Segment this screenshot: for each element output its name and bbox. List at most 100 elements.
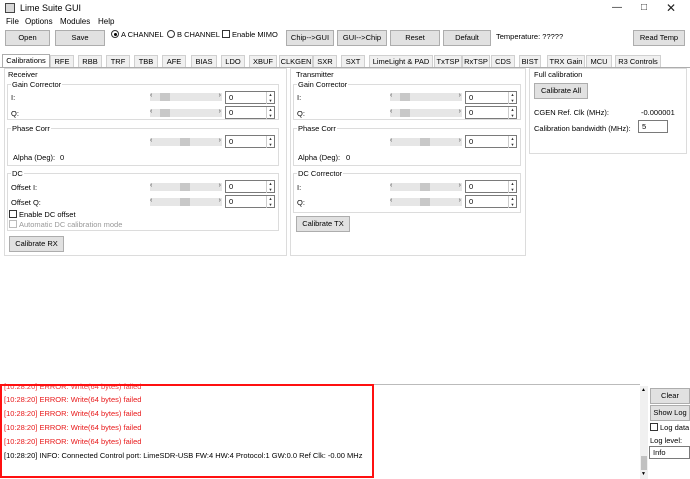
- temperature-label: Temperature: ?????: [496, 32, 564, 41]
- tab-tbb[interactable]: TBB: [134, 55, 158, 67]
- menu-options[interactable]: Options: [25, 17, 53, 26]
- tab-afe[interactable]: AFE: [162, 55, 186, 67]
- scroll-thumb[interactable]: [641, 456, 647, 470]
- calibrate-all-button[interactable]: Calibrate All: [534, 83, 588, 99]
- tab-rfe[interactable]: RFE: [50, 55, 74, 67]
- channel-b-radio[interactable]: [167, 30, 175, 38]
- rx-phase-corr-spin[interactable]: 0 ▲ ▼: [225, 135, 275, 148]
- tx-gain-i-slider[interactable]: ‹ ›: [390, 92, 462, 101]
- rx-gain-q-spin[interactable]: 0 ▲ ▼: [225, 106, 275, 119]
- window-title: Lime Suite GUI: [20, 3, 82, 13]
- calibrate-rx-button[interactable]: Calibrate RX: [9, 236, 64, 252]
- tx-dc-q-slider[interactable]: ‹ ›: [390, 197, 462, 206]
- rx-gain-q-slider[interactable]: ‹ ›: [150, 108, 222, 117]
- tab-sxt[interactable]: SXT: [341, 55, 365, 67]
- tab-bias[interactable]: BIAS: [191, 55, 217, 67]
- tx-gain-corrector-title: Gain Corrector: [297, 80, 349, 89]
- tx-alpha-label: Alpha (Deg):: [298, 153, 341, 162]
- app-icon: [5, 3, 15, 13]
- tab-limelight-pad[interactable]: LimeLight & PAD: [369, 55, 433, 67]
- rx-offset-q-label: Offset Q:: [11, 198, 41, 207]
- rx-gain-i-label: I:: [11, 93, 16, 102]
- tab-bar: Calibrations RFE RBB TRF TBB AFE BIAS LD…: [0, 54, 690, 67]
- auto-dc-checkbox[interactable]: [9, 220, 17, 228]
- tab-trf[interactable]: TRF: [106, 55, 130, 67]
- scroll-down-icon[interactable]: ▼: [641, 471, 646, 477]
- tab-r3-controls[interactable]: R3 Controls: [615, 55, 661, 67]
- channel-b-label: B CHANNEL: [177, 30, 220, 39]
- log-scrollbar[interactable]: ▲ ▼: [640, 386, 648, 479]
- tx-dc-q-label: Q:: [297, 198, 305, 207]
- scroll-up-icon[interactable]: ▲: [641, 387, 646, 393]
- channel-a-label: A CHANNEL: [121, 30, 164, 39]
- chip-to-gui-button[interactable]: Chip-->GUI: [286, 30, 334, 46]
- log-data-checkbox[interactable]: [650, 423, 658, 431]
- rx-offset-i-spin[interactable]: 0 ▲ ▼: [225, 180, 275, 193]
- tx-dc-q-spin[interactable]: 0 ▲ ▼: [465, 195, 517, 208]
- menu-modules[interactable]: Modules: [60, 17, 90, 26]
- rx-gain-corrector-title: Gain Corrector: [11, 80, 63, 89]
- tx-gain-q-label: Q:: [297, 109, 305, 118]
- tx-dc-i-slider[interactable]: ‹ ›: [390, 182, 462, 191]
- default-button[interactable]: Default: [443, 30, 491, 46]
- tab-calibrations[interactable]: Calibrations: [2, 54, 50, 67]
- tab-ldo[interactable]: LDO: [221, 55, 245, 67]
- enable-dc-offset-label: Enable DC offset: [19, 210, 76, 219]
- menu-file[interactable]: File: [6, 17, 19, 26]
- tx-gain-q-spin[interactable]: 0 ▲ ▼: [465, 106, 517, 119]
- enable-mimo-checkbox[interactable]: [222, 30, 230, 38]
- tab-rbb[interactable]: RBB: [78, 55, 102, 67]
- rx-alpha-label: Alpha (Deg):: [13, 153, 56, 162]
- show-log-button[interactable]: Show Log: [650, 405, 690, 421]
- log-data-label: Log data: [660, 423, 690, 432]
- log-level-select[interactable]: Info: [649, 446, 690, 459]
- minimize-icon[interactable]: —: [604, 1, 630, 15]
- enable-mimo-label: Enable MIMO: [232, 30, 278, 39]
- calibration-bandwidth-input[interactable]: 5: [638, 120, 668, 133]
- tx-dc-i-label: I:: [297, 183, 302, 192]
- tab-bist[interactable]: BIST: [519, 55, 541, 67]
- tx-phase-corr-spin[interactable]: 0 ▲ ▼: [465, 135, 517, 148]
- rx-phase-corr-title: Phase Corr: [11, 124, 51, 133]
- calibration-bandwidth-label: Calibration bandwidth (MHz):: [534, 124, 631, 133]
- menu-help[interactable]: Help: [98, 17, 114, 26]
- tab-cds[interactable]: CDS: [491, 55, 515, 67]
- enable-dc-offset-checkbox[interactable]: [9, 210, 17, 218]
- rx-phase-corr-slider[interactable]: ‹ ›: [150, 137, 222, 146]
- full-calibration-title: Full calibration: [534, 70, 583, 79]
- tx-dc-corrector-title: DC Corrector: [297, 169, 344, 178]
- tx-gain-q-slider[interactable]: ‹ ›: [390, 108, 462, 117]
- rx-gain-i-slider[interactable]: ‹ ›: [150, 92, 222, 101]
- tx-gain-i-spin[interactable]: 0 ▲ ▼: [465, 91, 517, 104]
- cgen-ref-clk-value: -0.000001: [641, 108, 675, 117]
- tab-txtsp[interactable]: TxTSP: [434, 55, 462, 67]
- rx-dc-title: DC: [11, 169, 24, 178]
- rx-offset-i-slider[interactable]: ‹ ›: [150, 182, 222, 191]
- tab-xbuf[interactable]: XBUF: [249, 55, 277, 67]
- receiver-title: Receiver: [8, 70, 38, 79]
- tx-phase-corr-slider[interactable]: ‹ ›: [390, 137, 462, 146]
- tab-clkgen[interactable]: CLKGEN: [279, 55, 313, 67]
- maximize-icon[interactable]: □: [631, 1, 657, 15]
- rx-offset-i-label: Offset I:: [11, 183, 38, 192]
- tab-trx-gain[interactable]: TRX Gain: [547, 55, 585, 67]
- clear-log-button[interactable]: Clear: [650, 388, 690, 404]
- rx-offset-q-slider[interactable]: ‹ ›: [150, 197, 222, 206]
- tx-phase-corr-title: Phase Corr: [297, 124, 337, 133]
- tab-mcu[interactable]: MCU: [586, 55, 612, 67]
- save-button[interactable]: Save: [55, 30, 105, 46]
- channel-a-radio[interactable]: [111, 30, 119, 38]
- tx-alpha-value: 0: [346, 153, 351, 162]
- tx-dc-i-spin[interactable]: 0 ▲ ▼: [465, 180, 517, 193]
- calibrate-tx-button[interactable]: Calibrate TX: [296, 216, 350, 232]
- tab-rxtsp[interactable]: RxTSP: [462, 55, 490, 67]
- rx-offset-q-spin[interactable]: 0 ▲ ▼: [225, 195, 275, 208]
- read-temp-button[interactable]: Read Temp: [633, 30, 685, 46]
- rx-gain-i-spin[interactable]: 0 ▲ ▼: [225, 91, 275, 104]
- gui-to-chip-button[interactable]: GUI-->Chip: [337, 30, 387, 46]
- reset-button[interactable]: Reset: [390, 30, 440, 46]
- log-level-label: Log level:: [650, 436, 683, 445]
- open-button[interactable]: Open: [5, 30, 50, 46]
- tab-sxr[interactable]: SXR: [313, 55, 337, 67]
- close-icon[interactable]: ✕: [658, 1, 684, 15]
